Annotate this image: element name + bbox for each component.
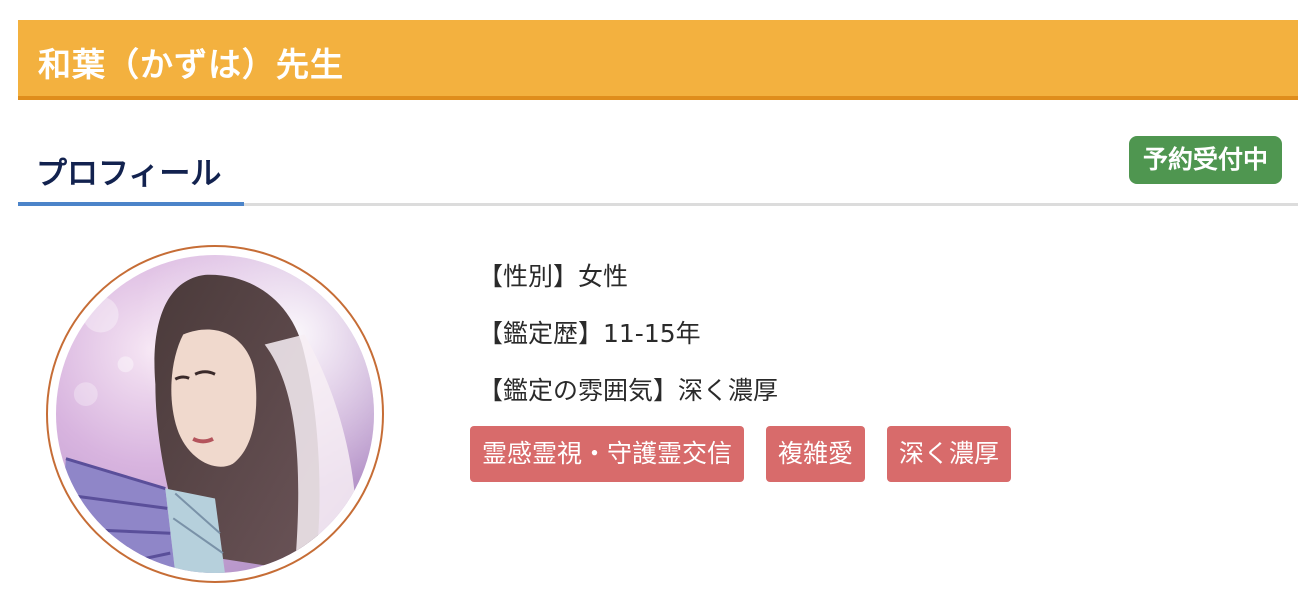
page-title: 和葉（かずは）先生 — [38, 45, 344, 84]
tab-active-indicator — [18, 202, 244, 206]
specialty-tags: 霊感霊視・守護霊交信 複雑愛 深く濃厚 — [470, 426, 1012, 482]
page-header: 和葉（かずは）先生 — [18, 20, 1298, 100]
tab-profile-label: プロフィール — [36, 156, 222, 192]
tab-profile[interactable]: プロフィール — [18, 128, 244, 206]
profile-info: 【性別】女性 【鑑定歴】11-15年 【鑑定の雰囲気】深く濃厚 — [478, 248, 778, 419]
profile-gender: 【性別】女性 — [478, 262, 629, 291]
avatar — [46, 245, 384, 583]
fortune-teller-portrait-icon — [56, 255, 374, 573]
profile-atmosphere: 【鑑定の雰囲気】深く濃厚 — [478, 376, 779, 405]
tag-item[interactable]: 深く濃厚 — [887, 426, 1012, 482]
profile-experience: 【鑑定歴】11-15年 — [478, 319, 701, 348]
status-badge: 予約受付中 — [1128, 136, 1282, 184]
tag-item[interactable]: 霊感霊視・守護霊交信 — [470, 426, 745, 482]
profile-tab-bar: プロフィール 予約受付中 — [18, 128, 1298, 206]
tag-item[interactable]: 複雑愛 — [766, 426, 866, 482]
